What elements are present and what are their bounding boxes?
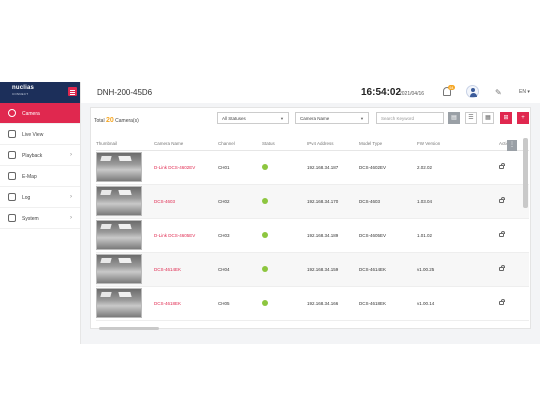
- sidebar: nuclias CONNECT Camera Live View Playback…: [0, 82, 81, 344]
- status-online-icon: [262, 231, 268, 238]
- col-ip: IPv4 Address: [307, 138, 359, 151]
- lock-icon[interactable]: [499, 298, 505, 305]
- status-online-icon: [262, 299, 268, 306]
- chevron-right-icon: ›: [70, 152, 72, 158]
- camera-thumbnail[interactable]: [96, 254, 142, 284]
- table-row: D-Link DCS-4605EV CH03 192.168.34.189 DC…: [96, 218, 529, 253]
- camera-name-link[interactable]: D-Link DCS-4602EV: [154, 150, 218, 185]
- horizontal-scrollbar[interactable]: [99, 327, 159, 330]
- add-camera-button[interactable]: +: [517, 112, 529, 124]
- monitor-icon: [8, 130, 16, 138]
- nuclias-logo: nuclias CONNECT: [12, 85, 35, 96]
- chevron-down-icon: ▼: [280, 116, 284, 121]
- status-online-icon: [262, 163, 268, 170]
- camera-name-link[interactable]: D-Link DCS-4605EV: [154, 218, 218, 253]
- list-view-icon[interactable]: ☰: [465, 112, 477, 124]
- lock-icon[interactable]: [499, 264, 505, 271]
- scan-add-icon[interactable]: ⊞: [500, 112, 512, 124]
- brand-bar: nuclias CONNECT: [0, 82, 80, 103]
- sidebar-item-emap[interactable]: E-Map: [0, 166, 80, 187]
- notification-badge: 64: [448, 85, 455, 90]
- col-fw: FW Version: [417, 138, 499, 151]
- search-input[interactable]: Search Keyword: [376, 112, 444, 124]
- status-online-icon: [262, 197, 268, 204]
- chevron-right-icon: ›: [70, 194, 72, 200]
- gear-icon: [8, 214, 16, 222]
- table-row: DCS-4614EK CH04 192.168.34.159 DCS-4614E…: [96, 252, 529, 287]
- avatar[interactable]: [466, 85, 479, 98]
- device-name: DNH-200-45D6: [97, 88, 153, 97]
- col-channel: Channel: [218, 138, 262, 151]
- lock-icon[interactable]: [499, 230, 505, 237]
- log-icon: [8, 193, 16, 201]
- camera-thumbnail[interactable]: [96, 220, 142, 250]
- language-select[interactable]: EN ▾: [519, 89, 530, 95]
- camera-name-link[interactable]: DCS-4603: [154, 184, 218, 219]
- sidebar-item-log[interactable]: Log ›: [0, 187, 80, 208]
- edit-icon[interactable]: ✎: [495, 88, 502, 97]
- status-filter-select[interactable]: All Statuses ▼: [217, 112, 289, 124]
- top-header: DNH-200-45D6 16:54:02 2021/04/16 64 ✎ EN…: [81, 82, 540, 103]
- table-row: DCS-4618EK CH05 192.168.34.166 DCS-4618E…: [96, 286, 529, 321]
- camera-icon: [8, 109, 16, 117]
- camera-table: Thumbnail Camera Name Channel Status IPv…: [96, 138, 529, 321]
- menu-toggle-icon[interactable]: [68, 87, 77, 96]
- col-status: Status: [262, 138, 307, 151]
- camera-name-link[interactable]: DCS-4614EK: [154, 252, 218, 287]
- grid-view-icon[interactable]: ▦: [482, 112, 494, 124]
- map-icon: [8, 172, 16, 180]
- column-options-button[interactable]: ⋮: [507, 140, 517, 151]
- chevron-down-icon: ▼: [360, 116, 364, 121]
- main-content: Total 20 Camera(s) All Statuses ▼ Camera …: [81, 103, 540, 344]
- camera-thumbnail[interactable]: [96, 186, 142, 216]
- clock-time: 16:54:02: [361, 87, 402, 98]
- sidebar-item-camera[interactable]: Camera: [0, 103, 80, 124]
- col-model: Model Type: [359, 138, 417, 151]
- camera-thumbnail[interactable]: [96, 288, 142, 318]
- col-thumbnail: Thumbnail: [96, 138, 154, 151]
- playback-icon: [8, 151, 16, 159]
- chevron-right-icon: ›: [70, 215, 72, 221]
- table-row: DCS-4603 CH02 192.168.34.170 DCS-4603 1.…: [96, 184, 529, 219]
- sidebar-item-playback[interactable]: Playback ›: [0, 145, 80, 166]
- camera-thumbnail[interactable]: [96, 152, 142, 182]
- col-camera-name: Camera Name: [154, 138, 218, 151]
- table-row: D-Link DCS-4602EV CH01 192.168.34.187 DC…: [96, 150, 529, 185]
- vertical-scrollbar[interactable]: [523, 138, 528, 208]
- export-icon[interactable]: ▤: [448, 112, 460, 124]
- camera-name-link[interactable]: DCS-4618EK: [154, 286, 218, 321]
- camera-total: Total 20 Camera(s): [94, 117, 139, 124]
- sort-field-select[interactable]: Camera Name ▼: [295, 112, 369, 124]
- sidebar-item-live-view[interactable]: Live View: [0, 124, 80, 145]
- clock-date: 2021/04/16: [399, 91, 425, 97]
- camera-list-card: Total 20 Camera(s) All Statuses ▼ Camera …: [90, 107, 531, 330]
- lock-icon[interactable]: [499, 162, 505, 169]
- status-online-icon: [262, 265, 268, 272]
- sidebar-item-system[interactable]: System ›: [0, 208, 80, 229]
- lock-icon[interactable]: [499, 196, 505, 203]
